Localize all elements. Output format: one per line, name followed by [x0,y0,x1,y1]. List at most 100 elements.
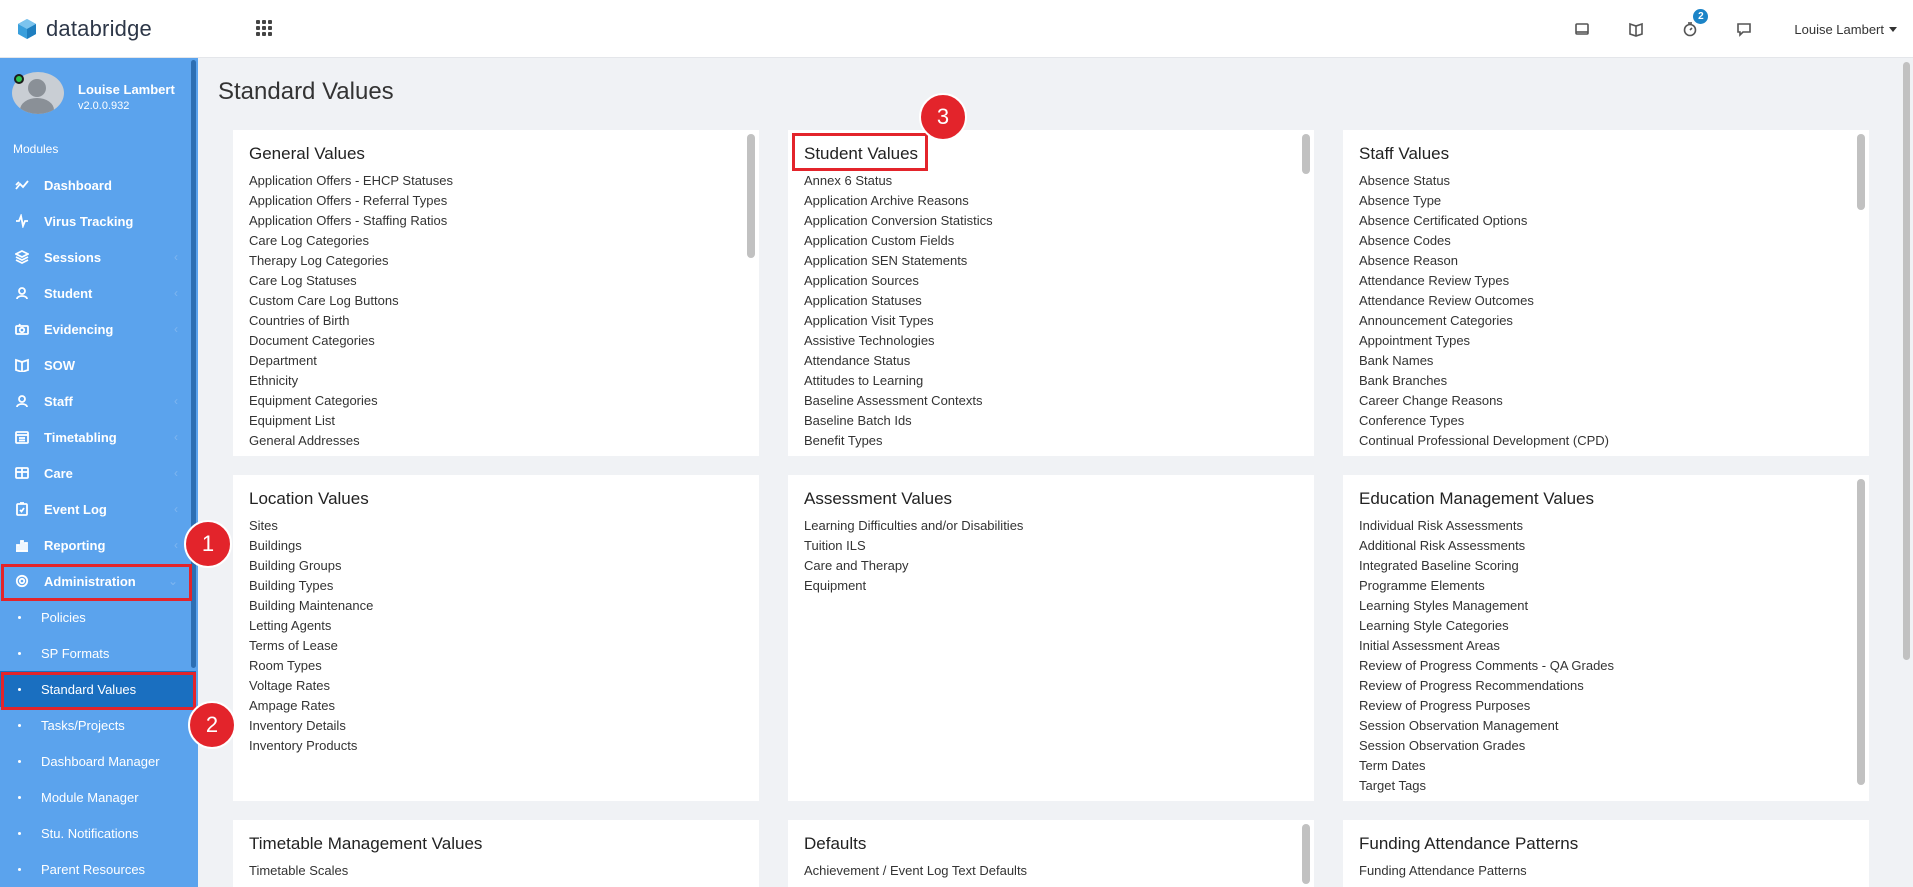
standard-value-link[interactable]: Programme Elements [1359,578,1614,598]
standard-value-link[interactable]: Custom Care Log Buttons [249,293,453,313]
standard-value-link[interactable]: Care Log Categories [249,233,453,253]
standard-value-link[interactable]: Tuition ILS [804,538,1023,558]
standard-value-link[interactable]: Continual Professional Development (CPD) [1359,433,1609,453]
standard-value-link[interactable]: Application SEN Statements [804,253,993,273]
standard-value-link[interactable]: Absence Reason [1359,253,1609,273]
standard-value-link[interactable]: Equipment Categories [249,393,453,413]
standard-value-link[interactable]: Additional Risk Assessments [1359,538,1614,558]
standard-value-link[interactable]: Buildings [249,538,373,558]
standard-value-link[interactable]: Absence Type [1359,193,1609,213]
sidebar-item-virus-tracking[interactable]: Virus Tracking [0,203,196,239]
standard-value-link[interactable]: Countries of Birth [249,313,453,333]
user-menu[interactable]: Louise Lambert [1794,22,1897,37]
standard-value-link[interactable]: Review of Progress Comments - QA Grades [1359,658,1614,678]
standard-value-link[interactable]: Individual Risk Assessments [1359,518,1614,538]
standard-value-link[interactable]: Review of Progress Recommendations [1359,678,1614,698]
card-scrollbar[interactable] [1857,134,1865,210]
standard-value-link[interactable]: Initial Assessment Areas [1359,638,1614,658]
standard-value-link[interactable]: Review of Progress Purposes [1359,698,1614,718]
sidebar-item-care[interactable]: Care ‹ [0,455,196,491]
timer-icon[interactable]: 2 [1680,9,1709,39]
apps-grid-icon[interactable] [256,20,272,36]
card-scrollbar[interactable] [1302,134,1310,174]
standard-value-link[interactable]: Therapy Log Categories [249,253,453,273]
sidebar-item-student[interactable]: Student ‹ [0,275,196,311]
standard-value-link[interactable]: Absence Certificated Options [1359,213,1609,233]
standard-value-link[interactable]: Absence Status [1359,173,1609,193]
standard-value-link[interactable]: Equipment [804,578,1023,598]
sidebar-item-dashboard[interactable]: Dashboard [0,167,196,203]
standard-value-link[interactable]: Funding Attendance Patterns [1359,863,1527,883]
sidebar-item-sessions[interactable]: Sessions ‹ [0,239,196,275]
standard-value-link[interactable]: Baseline Assessment Contexts [804,393,993,413]
sidebar-subitem-sp-formats[interactable]: SP Formats [0,635,196,671]
standard-value-link[interactable]: Baseline Batch Ids [804,413,993,433]
chat-icon[interactable] [1734,19,1754,39]
standard-value-link[interactable]: Learning Style Categories [1359,618,1614,638]
book-icon[interactable] [1626,19,1646,39]
standard-value-link[interactable]: Attitudes to Learning [804,373,993,393]
tablet-icon[interactable] [1572,19,1592,39]
standard-value-link[interactable]: Care Log Statuses [249,273,453,293]
standard-value-link[interactable]: Equipment List [249,413,453,433]
card-scrollbar[interactable] [1302,824,1310,884]
standard-value-link[interactable]: Conference Types [1359,413,1609,433]
standard-value-link[interactable]: Target Tags [1359,778,1614,798]
standard-value-link[interactable]: Announcement Categories [1359,313,1609,333]
standard-value-link[interactable]: Bank Names [1359,353,1609,373]
sidebar-item-reporting[interactable]: Reporting ‹ [0,527,196,563]
card-scrollbar[interactable] [747,134,755,258]
standard-value-link[interactable]: Inventory Products [249,738,373,758]
standard-value-link[interactable]: Building Maintenance [249,598,373,618]
standard-value-link[interactable]: Sites [249,518,373,538]
standard-value-link[interactable]: Achievement / Event Log Text Defaults [804,863,1027,883]
sidebar-subitem-stu-notifications[interactable]: Stu. Notifications [0,815,196,851]
standard-value-link[interactable]: Application Statuses [804,293,993,313]
sidebar-subitem-policies[interactable]: Policies [0,599,196,635]
standard-value-link[interactable]: Appointment Types [1359,333,1609,353]
standard-value-link[interactable]: Attendance Review Types [1359,273,1609,293]
standard-value-link[interactable]: Learning Styles Management [1359,598,1614,618]
page-scrollbar[interactable] [1903,62,1910,660]
sidebar-item-administration[interactable]: Administration ⌄ [0,563,196,599]
standard-value-link[interactable]: Ethnicity [249,373,453,393]
standard-value-link[interactable]: Document Categories [249,333,453,353]
sidebar-subitem-module-manager[interactable]: Module Manager [0,779,196,815]
standard-value-link[interactable]: Terms of Lease [249,638,373,658]
app-logo[interactable]: databridge [16,16,152,42]
sidebar-subitem-standard-values[interactable]: Standard Values [0,671,196,707]
sidebar-item-sow[interactable]: SOW [0,347,196,383]
standard-value-link[interactable]: Absence Codes [1359,233,1609,253]
standard-value-link[interactable]: Application Offers - Staffing Ratios [249,213,453,233]
sidebar-item-staff[interactable]: Staff ‹ [0,383,196,419]
standard-value-link[interactable]: Attendance Review Outcomes [1359,293,1609,313]
standard-value-link[interactable]: Assistive Technologies [804,333,993,353]
standard-value-link[interactable]: Integrated Baseline Scoring [1359,558,1614,578]
standard-value-link[interactable]: Bank Branches [1359,373,1609,393]
sidebar-subitem-tasks-projects[interactable]: Tasks/Projects [0,707,196,743]
standard-value-link[interactable]: Ampage Rates [249,698,373,718]
sidebar-subitem-parent-resources[interactable]: Parent Resources [0,851,196,887]
standard-value-link[interactable]: Building Groups [249,558,373,578]
standard-value-link[interactable]: Application Offers - Referral Types [249,193,453,213]
standard-value-link[interactable]: Application Archive Reasons [804,193,993,213]
sidebar-item-event-log[interactable]: Event Log ‹ [0,491,196,527]
standard-value-link[interactable]: Benefit Types [804,433,993,453]
standard-value-link[interactable]: Voltage Rates [249,678,373,698]
standard-value-link[interactable]: Application Sources [804,273,993,293]
standard-value-link[interactable]: Application Conversion Statistics [804,213,993,233]
sidebar-subitem-dashboard-manager[interactable]: Dashboard Manager [0,743,196,779]
standard-value-link[interactable]: General Addresses [249,433,453,453]
standard-value-link[interactable]: Department [249,353,453,373]
standard-value-link[interactable]: Application Offers - EHCP Statuses [249,173,453,193]
standard-value-link[interactable]: Letting Agents [249,618,373,638]
standard-value-link[interactable]: Session Observation Management [1359,718,1614,738]
standard-value-link[interactable]: Annex 6 Status [804,173,993,193]
card-scrollbar[interactable] [1857,479,1865,785]
standard-value-link[interactable]: Term Dates [1359,758,1614,778]
standard-value-link[interactable]: Session Observation Grades [1359,738,1614,758]
standard-value-link[interactable]: Care and Therapy [804,558,1023,578]
standard-value-link[interactable]: Application Custom Fields [804,233,993,253]
standard-value-link[interactable]: Room Types [249,658,373,678]
standard-value-link[interactable]: Attendance Status [804,353,993,373]
